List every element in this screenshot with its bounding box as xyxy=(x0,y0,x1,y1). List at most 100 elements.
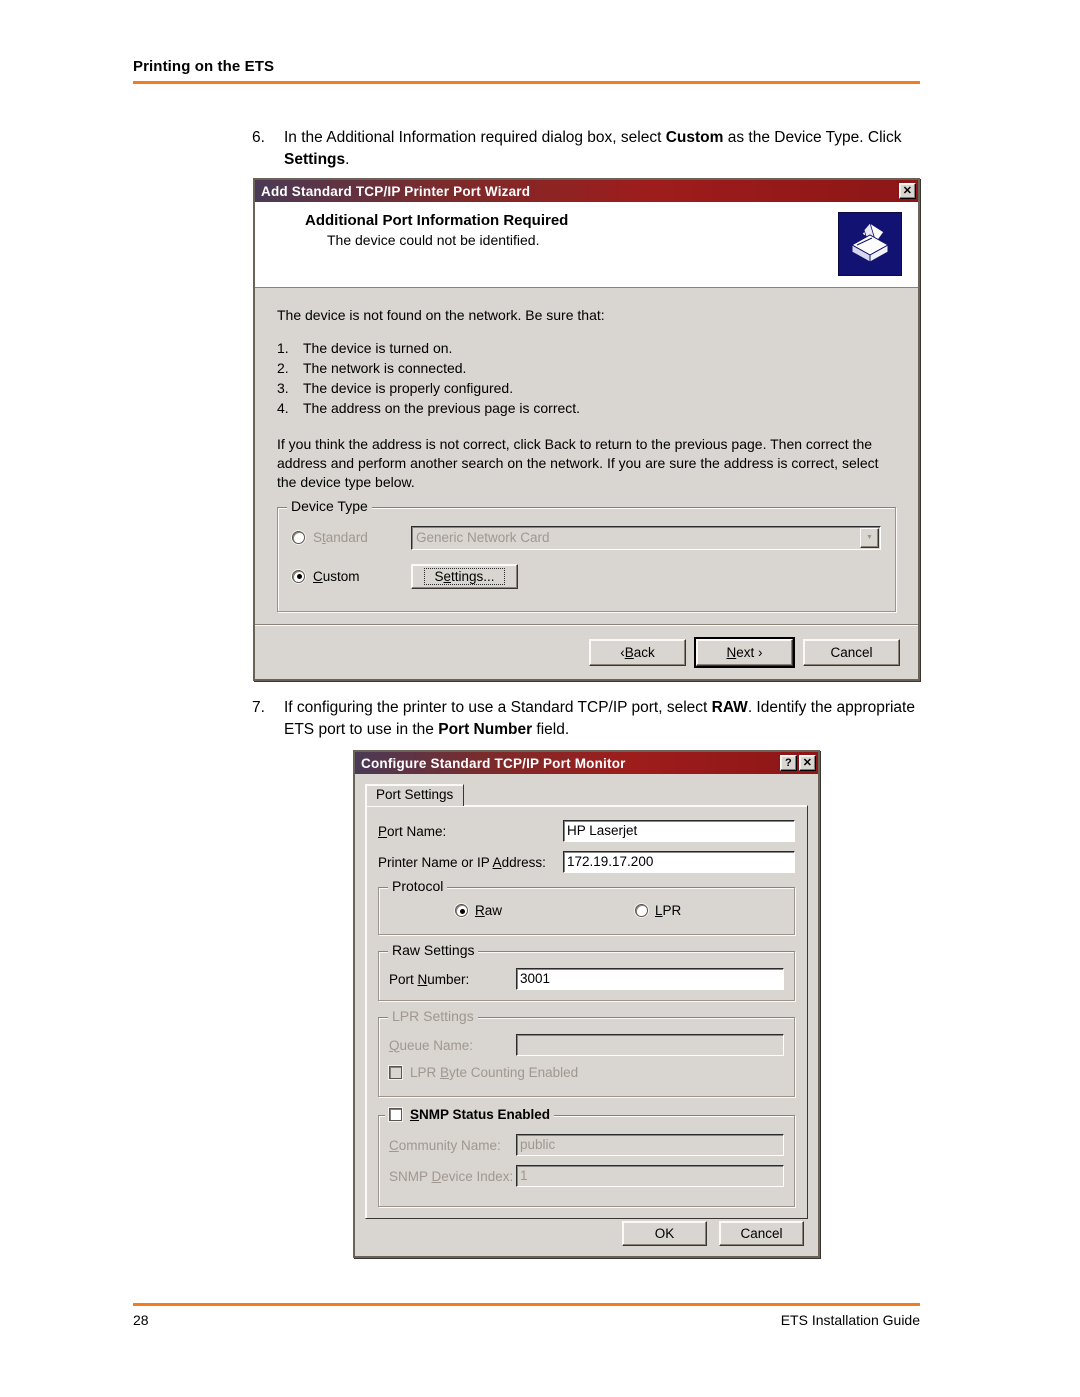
queue-name-row: Queue Name: xyxy=(389,1034,784,1056)
dialog1-advice: If you think the address is not correct,… xyxy=(277,435,879,491)
device-type-standard-combo[interactable]: Generic Network Card ▼ xyxy=(411,525,881,550)
list-item-text: The address on the previous page is corr… xyxy=(303,399,581,416)
list-item-text: The network is connected. xyxy=(303,360,467,377)
device-type-standard-combo-value: Generic Network Card xyxy=(416,529,550,545)
step-6-text: In the Additional Information required d… xyxy=(284,129,902,168)
community-name-label: Community Name: xyxy=(389,1137,501,1153)
snmp-device-index-row: SNMP Device Index: 1 xyxy=(389,1165,784,1187)
list-item-text: The device is properly configured. xyxy=(303,380,514,397)
snmp-status-enabled-row[interactable]: SNMP Status Enabled xyxy=(385,1107,555,1122)
list-item: 4. The address on the previous page is co… xyxy=(277,399,896,419)
radio-lpr-label: LPR xyxy=(655,903,682,918)
port-number-input[interactable]: 3001 xyxy=(516,968,784,990)
close-icon[interactable]: ✕ xyxy=(899,183,916,199)
back-button[interactable]: ‹ Back xyxy=(589,638,686,666)
dialog-configure-standard-tcpip-port-monitor: Configure Standard TCP/IP Port Monitor ?… xyxy=(353,750,820,1258)
lpr-settings-legend: LPR Settings xyxy=(388,1009,478,1023)
printer-icon xyxy=(838,212,902,276)
list-item: 3. The device is properly configured. xyxy=(277,379,896,399)
snmp-device-index-label: SNMP Device Index: xyxy=(389,1168,514,1184)
footer-title: ETS Installation Guide xyxy=(780,1312,920,1328)
tab-port-settings[interactable]: Port Settings xyxy=(365,784,465,806)
snmp-settings-group: SNMP Status Enabled Community Name: publ… xyxy=(378,1108,795,1207)
lpr-byte-counting-row[interactable]: LPR Byte Counting Enabled xyxy=(389,1065,784,1080)
ok-button[interactable]: OK xyxy=(622,1221,707,1246)
dialog1-intro: The device is not found on the network. … xyxy=(277,307,605,323)
page-title: Printing on the ETS xyxy=(133,58,275,75)
settings-button[interactable]: Settings... xyxy=(411,563,518,589)
radio-raw[interactable] xyxy=(455,904,468,917)
help-icon[interactable]: ? xyxy=(780,755,797,771)
list-item: 2. The network is connected. xyxy=(277,359,896,379)
list-item-number: 2. xyxy=(277,360,289,377)
checkbox-lpr-byte-counting[interactable] xyxy=(389,1066,402,1079)
device-type-legend: Device Type xyxy=(287,498,372,513)
page-number: 28 xyxy=(133,1312,149,1328)
radio-custom-label: Custom xyxy=(313,568,360,584)
list-item: 1. The device is turned on. xyxy=(277,339,896,359)
dialog1-header-band: Additional Port Information Required The… xyxy=(255,202,918,288)
community-name-row: Community Name: public xyxy=(389,1134,784,1156)
printer-address-row: Printer Name or IP Address: 172.19.17.20… xyxy=(378,851,795,873)
radio-standard[interactable] xyxy=(292,531,305,545)
raw-settings-legend: Raw Settings xyxy=(388,943,479,957)
device-type-custom-row: Custom Settings... xyxy=(292,563,881,589)
snmp-status-enabled-label: SNMP Status Enabled xyxy=(410,1107,551,1122)
port-number-label: Port Number: xyxy=(389,971,470,987)
device-type-group: Device Type Standard Generic Network Car… xyxy=(277,498,896,612)
dialog1-check-list: 1. The device is turned on. 2. The network … xyxy=(277,339,896,419)
raw-settings-group: Raw Settings Port Number: 3001 xyxy=(378,943,795,1001)
protocol-options-row: Raw LPR xyxy=(389,903,784,918)
chevron-down-icon[interactable]: ▼ xyxy=(860,527,879,548)
dialog1-heading: Additional Port Information Required xyxy=(305,212,569,229)
lpr-settings-group: LPR Settings Queue Name: LPR Byte Counti… xyxy=(378,1009,795,1097)
radio-custom[interactable] xyxy=(292,569,305,583)
port-name-input[interactable]: HP Laserjet xyxy=(563,820,795,842)
page-footer: 28 ETS Installation Guide xyxy=(133,1303,920,1337)
list-item-text: The device is turned on. xyxy=(303,340,453,357)
checkbox-snmp-status-enabled[interactable] xyxy=(389,1108,402,1122)
list-item-number: 4. xyxy=(277,399,289,416)
printer-address-label: Printer Name or IP Address: xyxy=(378,854,546,870)
port-name-label: Port Name: xyxy=(378,823,447,839)
dialog2-button-row: OK Cancel xyxy=(622,1221,804,1246)
next-button[interactable]: Next › xyxy=(694,636,795,668)
dialog2-titlebar: Configure Standard TCP/IP Port Monitor ?… xyxy=(355,752,818,774)
dialog1-body: The device is not found on the network. … xyxy=(255,288,918,612)
community-name-input[interactable]: public xyxy=(516,1134,784,1156)
lpr-byte-counting-label: LPR Byte Counting Enabled xyxy=(410,1065,579,1080)
step-7-text: If configuring the printer to use a Stan… xyxy=(284,699,915,738)
list-item-number: 1. xyxy=(277,340,289,357)
dialog1-subheading: The device could not be identified. xyxy=(327,232,540,248)
step-7: 7. If configuring the printer to use a S… xyxy=(252,697,924,741)
printer-address-input[interactable]: 172.19.17.200 xyxy=(563,851,795,873)
dialog1-title: Add Standard TCP/IP Printer Port Wizard xyxy=(261,183,531,199)
port-number-row: Port Number: 3001 xyxy=(389,968,784,990)
protocol-lpr-option[interactable]: LPR xyxy=(589,903,681,918)
list-item-number: 3. xyxy=(277,380,289,397)
cancel-button[interactable]: Cancel xyxy=(803,638,900,666)
protocol-legend: Protocol xyxy=(388,879,448,893)
radio-lpr[interactable] xyxy=(635,904,648,917)
dialog-add-standard-tcpip-printer-port-wizard: Add Standard TCP/IP Printer Port Wizard … xyxy=(253,178,920,681)
page-header: Printing on the ETS xyxy=(133,58,920,84)
snmp-device-index-input[interactable]: 1 xyxy=(516,1165,784,1187)
radio-raw-label: Raw xyxy=(475,903,503,918)
queue-name-label: Queue Name: xyxy=(389,1037,474,1053)
step-7-number: 7. xyxy=(252,699,265,716)
dialog2-tabstrip: Port Settings xyxy=(365,782,818,806)
dialog2-title: Configure Standard TCP/IP Port Monitor xyxy=(361,755,626,771)
cancel-button[interactable]: Cancel xyxy=(719,1221,804,1246)
step-6-number: 6. xyxy=(252,129,265,146)
close-icon[interactable]: ✕ xyxy=(799,755,816,771)
dialog1-button-row: ‹ Back Next › Cancel xyxy=(255,624,918,679)
radio-standard-label: Standard xyxy=(313,530,368,546)
protocol-raw-option[interactable]: Raw xyxy=(389,903,589,918)
dialog1-titlebar: Add Standard TCP/IP Printer Port Wizard … xyxy=(255,180,918,202)
queue-name-input[interactable] xyxy=(516,1034,784,1056)
device-type-standard-row: Standard Generic Network Card ▼ xyxy=(292,525,881,550)
header-rule xyxy=(133,81,920,84)
dialog2-tab-page: Port Name: HP Laserjet Printer Name or I… xyxy=(365,805,808,1219)
protocol-group: Protocol Raw LPR xyxy=(378,879,795,935)
port-name-row: Port Name: HP Laserjet xyxy=(378,820,795,842)
